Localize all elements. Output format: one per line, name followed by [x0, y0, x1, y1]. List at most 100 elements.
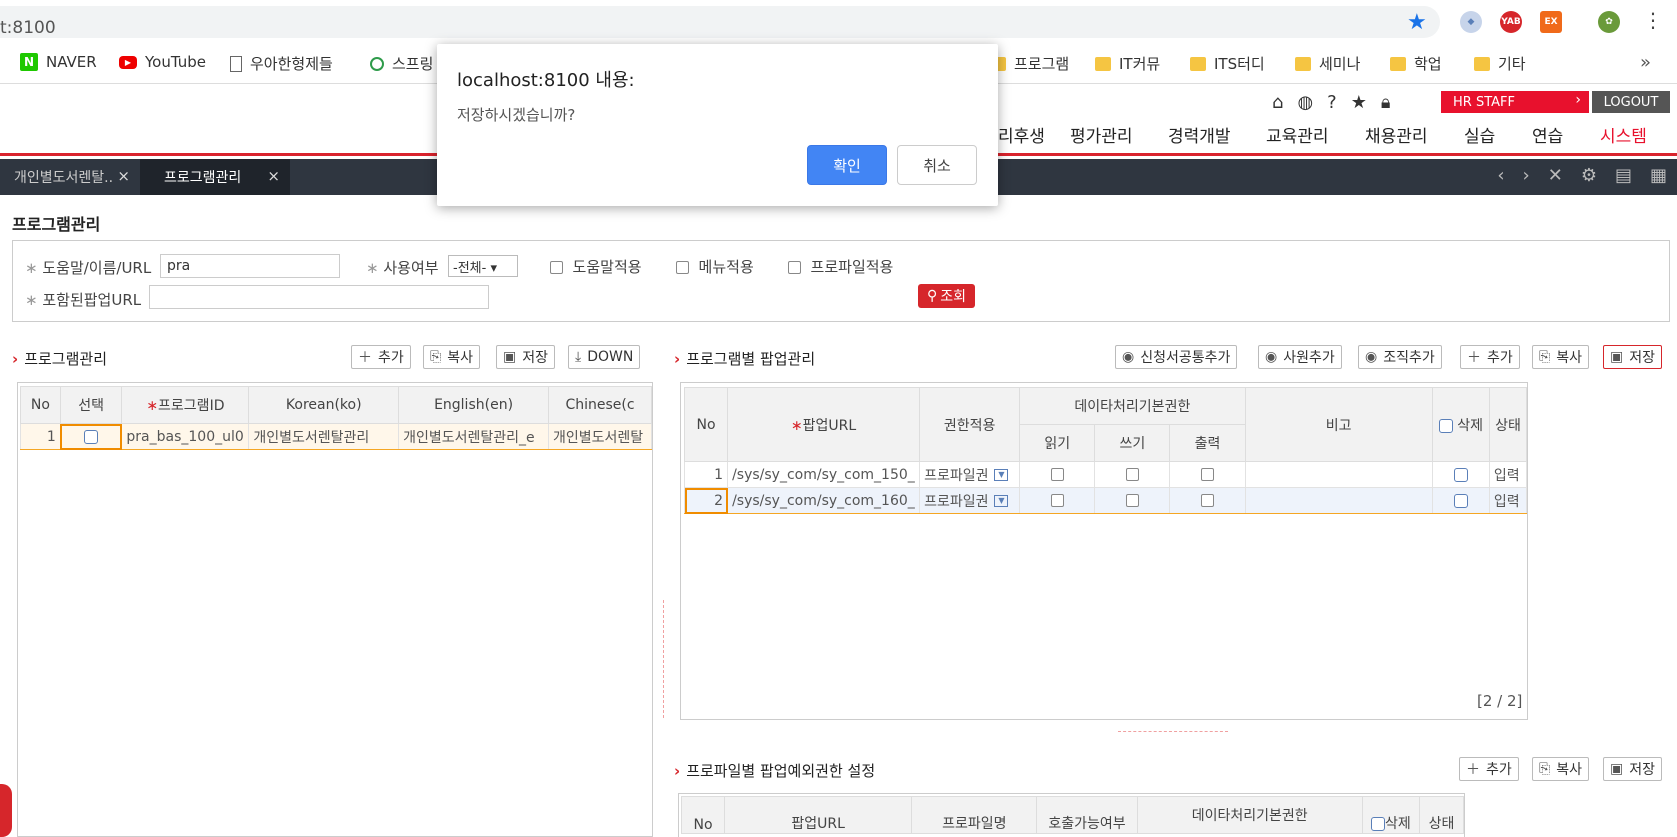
checkbox[interactable] [676, 261, 689, 274]
save-button[interactable]: ▣ 저장 [496, 345, 555, 369]
bookmark-folder-study[interactable]: 학업 [1390, 53, 1442, 74]
row-read-cell[interactable] [1019, 487, 1096, 514]
bookmark-youtube[interactable]: ▶ YouTube [119, 53, 206, 71]
search-button[interactable]: ⚲ 조회 [918, 284, 975, 308]
checkbox[interactable] [1050, 494, 1064, 507]
tab-book-rental[interactable]: 개인별도서렌탈.. × [0, 159, 140, 195]
menu-system[interactable]: 시스템 [1600, 122, 1647, 147]
ex-extension-icon[interactable]: EX [1540, 11, 1562, 33]
add-button[interactable]: ＋ 추가 [1460, 345, 1520, 369]
checkbox[interactable] [1050, 468, 1064, 481]
row-delete-cell[interactable] [1431, 461, 1490, 488]
row-popup-url[interactable]: /sys/sy_com/sy_com_160_ [727, 487, 921, 514]
row-write-cell[interactable] [1094, 461, 1171, 488]
checkbox[interactable] [788, 261, 801, 274]
lock-icon[interactable]: 🔒︎ [1381, 92, 1391, 113]
row-note[interactable] [1244, 487, 1433, 514]
profile-apply-checkbox[interactable]: 프로파일적용 [788, 256, 893, 277]
add-organization-button[interactable]: ◉ 조직추가 [1358, 345, 1442, 369]
profile-extension-icon[interactable]: ✿ [1598, 11, 1620, 33]
add-app-common-button[interactable]: ◉ 신청서공통추가 [1115, 345, 1238, 369]
add-button[interactable]: ＋ 추가 [1459, 757, 1519, 781]
checkbox[interactable] [550, 261, 563, 274]
row-korean[interactable]: 개인별도서렌탈관리 [248, 423, 400, 450]
row-note[interactable] [1244, 461, 1433, 488]
table-row[interactable]: 1 pra_bas_100_ul0 개인별도서렌탈관리 개인별도서렌탈관리_e … [20, 423, 652, 450]
row-print-cell[interactable] [1169, 461, 1246, 488]
side-toggle-tab[interactable] [0, 784, 12, 837]
prev-tab-icon[interactable]: ‹ [1497, 165, 1504, 186]
save-button[interactable]: ▣ 저장 [1603, 345, 1662, 369]
row-print-cell[interactable] [1169, 487, 1246, 514]
table-row[interactable]: 2 /sys/sy_com/sy_com_160_ 프로파일권 ▼ 입력 [683, 487, 1527, 514]
checkbox[interactable] [1125, 468, 1139, 481]
row-delete-cell[interactable] [1431, 487, 1490, 514]
col-print[interactable]: 출력 [1169, 424, 1246, 462]
bookmark-folder-etc[interactable]: 기타 [1474, 53, 1526, 74]
row-auth-combo[interactable]: 프로파일권 ▼ [919, 461, 1021, 488]
col-status[interactable]: 상태 [1488, 387, 1527, 462]
col-popup-url[interactable]: 팝업URL [724, 796, 913, 834]
checkbox[interactable] [1453, 467, 1468, 482]
row-select-cell[interactable] [59, 423, 123, 450]
col-no[interactable]: No [680, 796, 726, 834]
help-search-input[interactable] [160, 254, 340, 278]
menu-exercise[interactable]: 연습 [1532, 122, 1563, 147]
popup-url-input[interactable] [149, 285, 489, 309]
address-field[interactable]: t:8100 [0, 6, 1440, 38]
col-write[interactable]: 쓰기 [1094, 424, 1171, 462]
col-delete[interactable]: 삭제 [1431, 387, 1490, 462]
checkbox[interactable] [1370, 817, 1385, 831]
menu-education[interactable]: 교육관리 [1266, 122, 1329, 147]
checkbox[interactable] [1125, 494, 1139, 507]
help-icon[interactable]: ? [1327, 92, 1337, 113]
bookmark-spring[interactable]: 스프링 [370, 53, 433, 74]
favorite-star-icon[interactable]: ★ [1351, 92, 1367, 113]
close-all-icon[interactable]: ✕ [1548, 165, 1563, 186]
col-profile-name[interactable]: 프로파일명 [911, 796, 1038, 834]
menu-practice[interactable]: 실습 [1464, 122, 1495, 147]
row-chinese[interactable]: 개인별도서렌탈 [548, 423, 652, 450]
col-no[interactable]: No [683, 387, 729, 462]
vertical-splitter[interactable] [663, 600, 669, 718]
checkbox[interactable] [1453, 493, 1468, 508]
menu-welfare[interactable]: 리후생 [998, 122, 1045, 147]
logout-button[interactable]: LOGOUT [1592, 91, 1670, 113]
bookmarks-more-icon[interactable]: » [1640, 52, 1651, 73]
checkbox[interactable] [1438, 418, 1453, 433]
menu-career[interactable]: 경력개발 [1168, 122, 1231, 147]
add-button[interactable]: ＋ 추가 [351, 345, 411, 369]
row-english[interactable]: 개인별도서렌탈관리_e [398, 423, 549, 450]
col-english[interactable]: English(en) [398, 386, 549, 424]
close-icon[interactable]: × [267, 167, 280, 185]
col-note[interactable]: 비고 [1244, 387, 1433, 462]
col-korean[interactable]: Korean(ko) [248, 386, 400, 424]
bookmark-folder-seminar[interactable]: 세미나 [1295, 53, 1360, 74]
close-icon[interactable]: × [117, 167, 130, 185]
use-filter-select[interactable]: -전체- ▾ [448, 255, 518, 277]
confirm-ok-button[interactable]: 확인 [807, 145, 887, 185]
bookmark-folder-itstudy[interactable]: ITS터디 [1190, 53, 1265, 74]
col-callable[interactable]: 호출가능여부 [1036, 796, 1138, 834]
checkbox[interactable] [1200, 494, 1214, 507]
col-select[interactable]: 선택 [59, 386, 123, 424]
bookmark-folder-itcommu[interactable]: IT커뮤 [1095, 53, 1160, 74]
copy-button[interactable]: ⎘ 복사 [1532, 345, 1589, 369]
layout-icon[interactable]: ▦ [1650, 165, 1667, 186]
checkbox[interactable] [1200, 468, 1214, 481]
bookmark-naver[interactable]: N NAVER [20, 53, 97, 71]
col-chinese[interactable]: Chinese(c [548, 386, 652, 424]
globe-icon[interactable]: ◍ [1297, 92, 1313, 113]
settings-gear-icon[interactable]: ⚙ [1581, 165, 1597, 186]
hr-staff-button[interactable]: HR STAFF › [1441, 91, 1589, 113]
home-icon[interactable]: ⌂ [1272, 92, 1283, 113]
clipboard-icon[interactable]: ▤ [1615, 165, 1632, 186]
browser-menu-icon[interactable]: ⋮ [1643, 8, 1663, 32]
bookmark-woowa[interactable]: 우아한형제들 [230, 53, 333, 74]
col-program-id[interactable]: ∗프로그램ID [121, 386, 250, 424]
horizontal-splitter[interactable] [1118, 731, 1228, 735]
copy-button[interactable]: ⎘ 복사 [1532, 757, 1589, 781]
confirm-cancel-button[interactable]: 취소 [897, 145, 977, 185]
row-auth-combo[interactable]: 프로파일권 ▼ [919, 487, 1021, 514]
menu-evaluation[interactable]: 평가관리 [1070, 122, 1133, 147]
